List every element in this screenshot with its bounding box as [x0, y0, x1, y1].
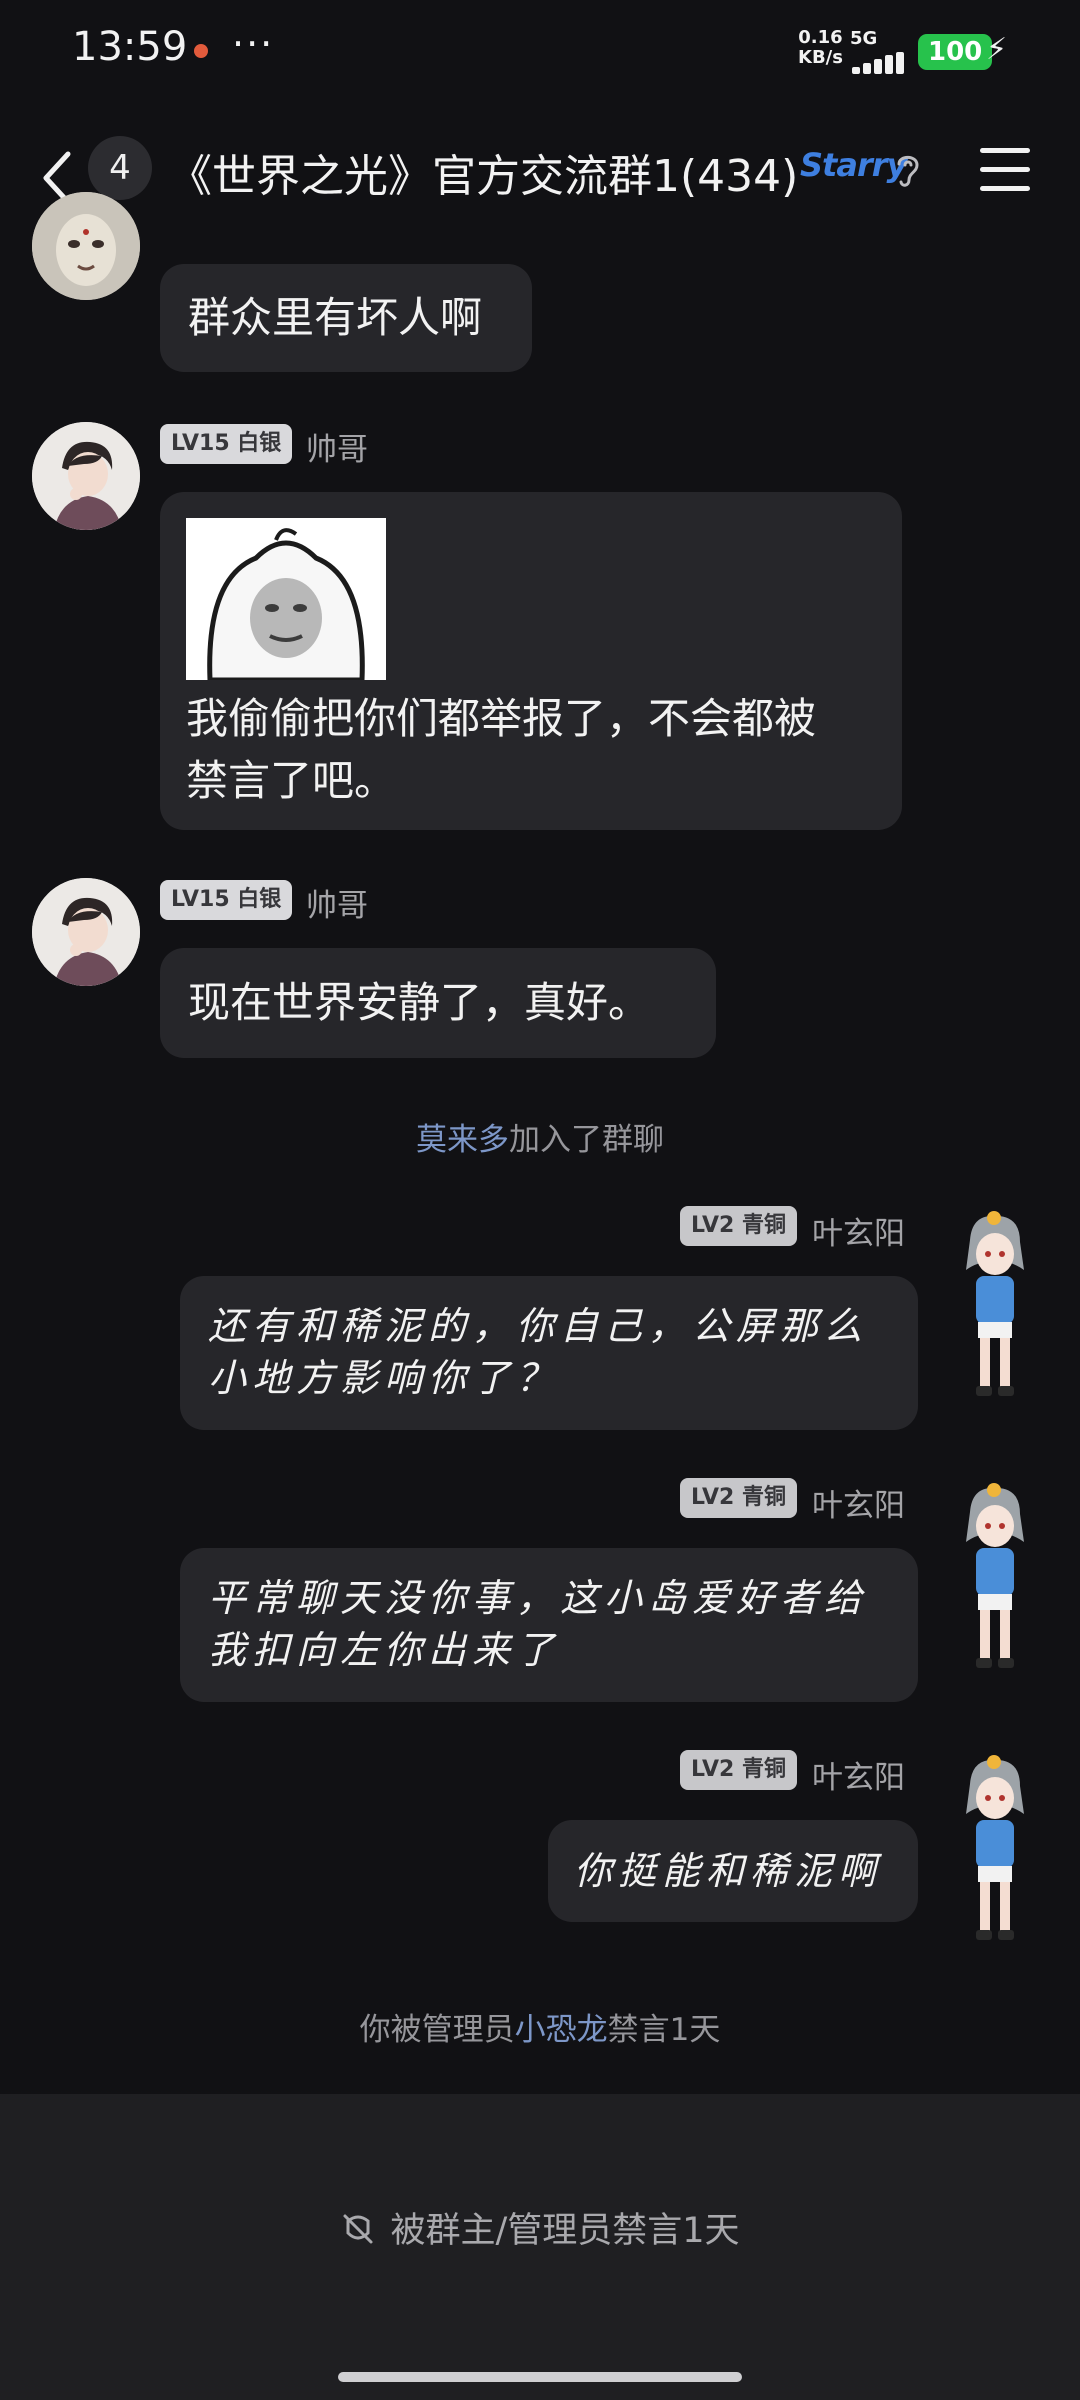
message-bubble[interactable]: 平常聊天没你事，这小岛爱好者给 我扣向左你出来了 — [180, 1548, 918, 1702]
admin-link[interactable]: 小恐龙 — [515, 2012, 608, 2048]
sender-name[interactable]: 叶玄阳 — [812, 1208, 905, 1253]
boy-avatar-icon — [32, 878, 140, 986]
anime-girl-avatar[interactable] — [950, 1754, 1040, 1954]
network-type: 5G — [850, 28, 878, 49]
anime-girl-avatar[interactable] — [950, 1210, 1040, 1410]
mask-avatar-icon — [32, 192, 140, 300]
menu-icon[interactable] — [980, 148, 1030, 192]
starry-tag: Starry — [800, 146, 907, 184]
join-notice-text: 加入了群聊 — [509, 1122, 664, 1158]
avatar[interactable] — [32, 192, 140, 300]
message-text: 还有和稀泥的，你自己，公屏那么 — [208, 1304, 869, 1348]
home-indicator[interactable] — [338, 2372, 742, 2382]
anime-girl-icon — [966, 1211, 1024, 1396]
boy-avatar-icon — [32, 422, 140, 530]
message-text: 我扣向左你出来了 — [208, 1628, 561, 1672]
message-bubble[interactable]: 群众里有坏人啊 — [160, 264, 532, 372]
message-text: 小地方影响你了？ — [208, 1356, 561, 1400]
meme-sticker-icon[interactable] — [186, 518, 386, 680]
muted-status: 被群主/管理员禁言1天 — [0, 2202, 1080, 2253]
join-notice: 莫来多加入了群聊 — [0, 1114, 1080, 1159]
ear-icon[interactable] — [893, 150, 923, 190]
message-bubble[interactable]: 我偷偷把你们都举报了，不会都被 禁言了吧。 — [160, 492, 902, 830]
anime-girl-icon — [966, 1755, 1024, 1940]
mute-icon — [343, 2214, 373, 2244]
message-bubble[interactable]: 还有和稀泥的，你自己，公屏那么 小地方影响你了？ — [180, 1276, 918, 1430]
message-text: 你挺能和稀泥啊 — [574, 1849, 883, 1893]
member-level-badge: LV2 青铜 — [680, 1478, 797, 1518]
member-level-badge: LV15 白银 — [160, 880, 293, 920]
status-bar: 13:59 ··· 0.16 KB/s 5G 100 ⚡ — [0, 0, 1080, 100]
anime-girl-icon — [966, 1483, 1024, 1668]
member-level-badge: LV15 白银 — [160, 424, 293, 464]
group-title[interactable]: 《世界之光》官方交流群1(434) — [168, 140, 798, 204]
mute-notice-prefix: 你被管理员 — [359, 2012, 515, 2048]
member-level-badge: LV2 青铜 — [680, 1750, 797, 1790]
chat-header: 4 《世界之光》官方交流群1(434) Starry — [0, 110, 1080, 230]
muted-status-text: 被群主/管理员禁言1天 — [390, 2211, 740, 2251]
member-level-badge: LV2 青铜 — [680, 1206, 797, 1246]
battery-indicator: 100 — [918, 34, 993, 70]
net-speed: 0.16 KB/s — [798, 28, 843, 68]
message-bubble[interactable]: 你挺能和稀泥啊 — [548, 1820, 918, 1922]
signal-icon — [852, 52, 904, 74]
message-text: 现在世界安静了，真好。 — [188, 978, 651, 1027]
bolt-icon: ⚡ — [986, 32, 1008, 67]
message-text: 我偷偷把你们都举报了，不会都被 — [186, 694, 817, 743]
avatar[interactable] — [32, 878, 140, 986]
mute-notice-suffix: 禁言1天 — [607, 2012, 721, 2048]
net-speed-value: 0.16 — [798, 27, 843, 48]
status-time: 13:59 — [72, 24, 188, 70]
message-text: 禁言了吧。 — [186, 756, 397, 805]
notification-dot-icon — [194, 44, 208, 58]
message-bubble[interactable]: 现在世界安静了，真好。 — [160, 948, 716, 1058]
unread-badge[interactable]: 4 — [88, 136, 152, 200]
sender-name[interactable]: 帅哥 — [306, 880, 368, 925]
anime-girl-avatar[interactable] — [950, 1482, 1040, 1682]
input-bar-disabled: 被群主/管理员禁言1天 — [0, 2094, 1080, 2400]
mute-notice: 你被管理员小恐龙禁言1天 — [0, 2004, 1080, 2049]
status-more: ··· — [232, 22, 275, 66]
sender-name[interactable]: 帅哥 — [306, 424, 368, 469]
sender-name[interactable]: 叶玄阳 — [812, 1752, 905, 1797]
avatar[interactable] — [32, 422, 140, 530]
joined-user-link[interactable]: 莫来多 — [416, 1122, 509, 1158]
message-text: 群众里有坏人啊 — [188, 293, 483, 342]
message-text: 平常聊天没你事，这小岛爱好者给 — [208, 1576, 869, 1620]
sender-name[interactable]: 叶玄阳 — [812, 1480, 905, 1525]
net-speed-unit: KB/s — [798, 47, 843, 68]
